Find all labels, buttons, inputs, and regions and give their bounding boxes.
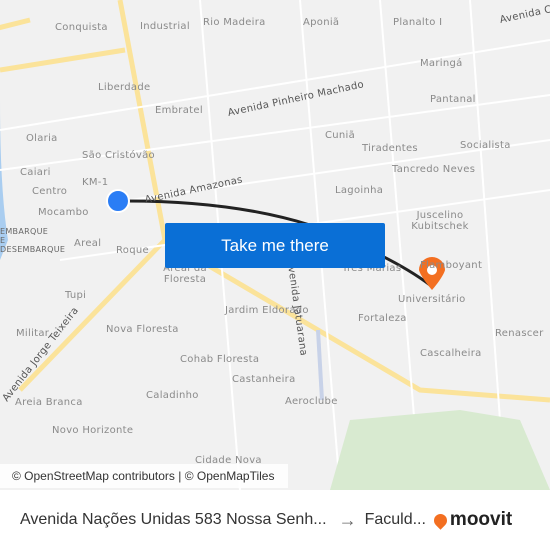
moovit-pin-icon (431, 510, 450, 530)
map-label: Tupi (65, 290, 87, 301)
map-label: Areal (74, 238, 102, 249)
origin-text: Avenida Nações Unidas 583 Nossa Senh... (20, 511, 327, 528)
map-label: Industrial (140, 21, 190, 32)
origin-marker (106, 189, 130, 213)
map-label: EMBARQUE E DESEMBARQUE (0, 227, 66, 254)
map-label: Juscelino Kubitschek (411, 210, 469, 232)
map-label: Militar (16, 328, 50, 339)
map-label: Cuniã (325, 130, 356, 141)
map-label: Centro (32, 186, 68, 197)
take-me-there-button[interactable]: Take me there (165, 223, 385, 268)
map-label: Rio Madeira (203, 17, 266, 28)
map-label: Liberdade (98, 82, 151, 93)
map-label: Caladinho (146, 390, 199, 401)
map-label: Lagoinha (335, 185, 384, 196)
map-label: Maringá (420, 58, 463, 69)
map-label: Tiradentes (362, 143, 418, 154)
map-label: Cohab Floresta (180, 354, 260, 365)
map-label: KM-1 (82, 177, 109, 188)
map-label: Mocambo (38, 207, 89, 218)
map-label: Olaria (26, 133, 58, 144)
map-label: Novo Horizonte (52, 425, 134, 436)
map-label: Roque (116, 245, 149, 256)
map-label: Universitário (398, 294, 466, 305)
brand-name: moovit (449, 509, 513, 530)
arrow-right-icon: → (338, 509, 357, 530)
map-label: Conquista (55, 22, 108, 33)
map-label: Socialista (460, 140, 511, 151)
map-attribution[interactable]: © OpenStreetMap contributors | © OpenMap… (0, 464, 288, 488)
map-label: Tancredo Neves (392, 164, 476, 175)
map-label: Nova Floresta (106, 324, 179, 335)
moovit-logo: moovit (431, 509, 513, 531)
map-label: Renascer (495, 328, 544, 339)
map-label: Pantanal (430, 94, 476, 105)
map-label: Caiari (20, 167, 51, 178)
destination-text: Faculd... (364, 511, 426, 528)
map-label: Areia Branca (15, 397, 83, 408)
route-footer: Avenida Nações Unidas 583 Nossa Senh... … (0, 490, 550, 550)
map-label: Castanheira (232, 374, 296, 385)
map-label: São Cristóvão (82, 150, 155, 161)
map-label: Embratel (155, 105, 203, 116)
map[interactable]: Conquista Industrial Rio Madeira Aponiã … (0, 0, 550, 490)
map-label: Aponiã (303, 17, 340, 28)
map-label: Fortaleza (358, 313, 407, 324)
map-label: Flamboyant (420, 260, 483, 271)
map-label: Planalto I (393, 17, 443, 28)
map-label: Cascalheira (420, 348, 482, 359)
map-label: Aeroclube (285, 396, 338, 407)
